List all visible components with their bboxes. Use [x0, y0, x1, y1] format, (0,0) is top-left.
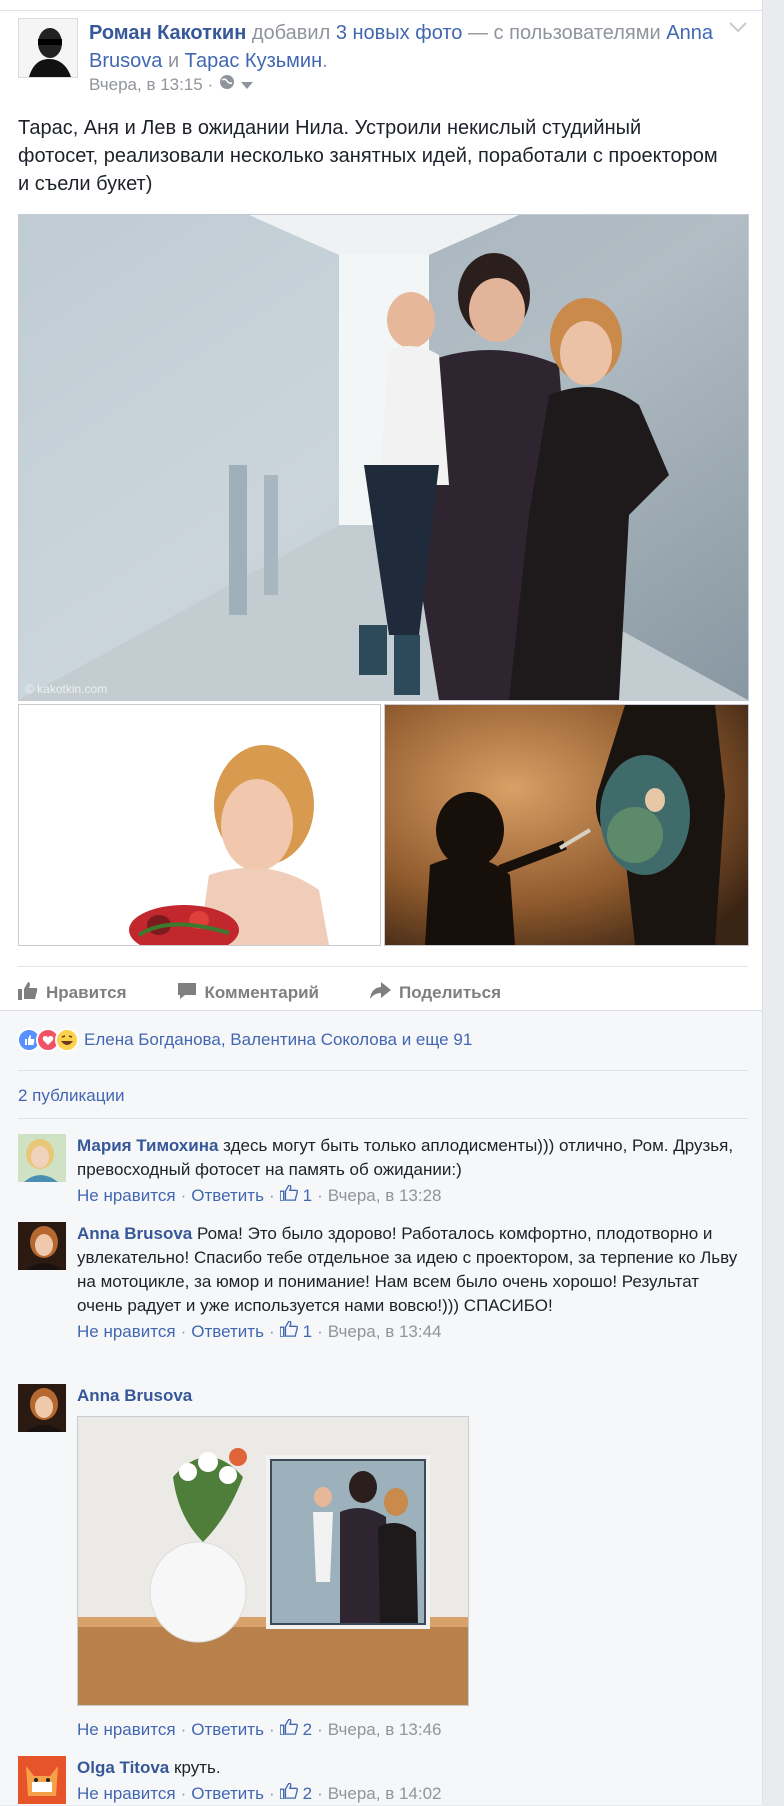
reply-link[interactable]: Ответить	[191, 1320, 264, 1344]
comment-like-count-icon[interactable]	[279, 1320, 298, 1344]
comment-body: Мария Тимохина здесь могут быть только а…	[77, 1134, 747, 1208]
projector-photo-image	[385, 705, 748, 945]
comment-meta: Не нравится · Ответить · 1 · Вчера, в 13:28	[77, 1184, 747, 1208]
comment-meta: Не нравится · Ответить · 2 · Вчера, в 14:02	[77, 1782, 747, 1806]
watermark-text: © kakotkin.com	[25, 682, 107, 696]
divider	[18, 1070, 748, 1071]
like-button[interactable]: Нравится	[18, 981, 127, 1005]
comment-text: круть.	[174, 1758, 221, 1777]
haha-reaction-icon	[55, 1028, 78, 1052]
reaction-icons	[18, 1028, 78, 1052]
commenter-avatar[interactable]	[18, 1222, 66, 1270]
post-photo-3[interactable]	[384, 704, 749, 946]
thumbs-up-icon	[18, 981, 38, 1005]
commenter-name[interactable]: Мария Тимохина	[77, 1136, 218, 1155]
comment-item: Olga Titova круть. Не нравится · Ответить…	[18, 1756, 748, 1804]
share-arrow-icon	[369, 981, 391, 1005]
commenter-avatar[interactable]	[18, 1756, 66, 1804]
comment-time[interactable]: Вчера, в 13:44	[328, 1320, 442, 1344]
reactions-summary[interactable]: Елена Богданова, Валентина Соколова и ещ…	[18, 1026, 748, 1054]
post-timestamp[interactable]: Вчера, в 13:15 ·	[89, 75, 213, 95]
unlike-link[interactable]: Не нравится	[77, 1320, 176, 1344]
privacy-globe-icon[interactable]	[219, 74, 235, 95]
comment-like-count-icon[interactable]	[279, 1718, 298, 1742]
unlike-link[interactable]: Не нравится	[77, 1184, 176, 1208]
and-text: и	[167, 50, 180, 72]
added-text: добавил	[251, 22, 331, 44]
post-options-chevron-icon[interactable]	[728, 20, 748, 34]
comment-body: Olga Titova круть. Не нравится · Ответить…	[77, 1756, 747, 1806]
comment-like-count[interactable]: 2	[303, 1718, 312, 1742]
like-label: Нравится	[46, 983, 127, 1002]
comment-time[interactable]: Вчера, в 13:28	[328, 1184, 442, 1208]
comment-photo[interactable]	[77, 1416, 469, 1706]
author-avatar[interactable]	[18, 18, 78, 78]
comment-button[interactable]: Комментарий	[177, 982, 319, 1005]
comment-time[interactable]: Вчера, в 13:46	[328, 1718, 442, 1742]
comment-like-count[interactable]: 2	[303, 1782, 312, 1806]
top-divider	[0, 10, 762, 11]
commenter-name[interactable]: Olga Titova	[77, 1758, 169, 1777]
post-photo-2[interactable]	[18, 704, 381, 946]
unlike-link[interactable]: Не нравится	[77, 1782, 176, 1806]
comment-like-count[interactable]: 1	[303, 1320, 312, 1344]
comment-item: Anna Brusova Не нравится · Ответить · 2 …	[18, 1384, 748, 1739]
post-header: Роман Какоткин добавил 3 новых фото — с …	[89, 19, 729, 75]
dot-text: .	[322, 50, 328, 72]
family-photo-image: © kakotkin.com	[19, 215, 748, 700]
reply-link[interactable]: Ответить	[191, 1782, 264, 1806]
post-meta: Вчера, в 13:15 ·	[89, 74, 254, 95]
author-name-link[interactable]: Роман Какоткин	[89, 22, 246, 44]
publications-link[interactable]: 2 публикации	[18, 1086, 124, 1106]
comment-item: Anna Brusova Рома! Это было здорово! Раб…	[18, 1222, 748, 1372]
commenter-avatar[interactable]	[18, 1384, 66, 1432]
comment-like-count[interactable]: 1	[303, 1184, 312, 1208]
comment-body: Anna Brusova Не нравится · Ответить · 2 …	[77, 1384, 747, 1742]
commenter-name[interactable]: Anna Brusova	[77, 1224, 192, 1243]
likes-names[interactable]: Елена Богданова, Валентина Соколова и ещ…	[84, 1030, 472, 1050]
share-button[interactable]: Поделиться	[369, 981, 502, 1005]
reply-link[interactable]: Ответить	[191, 1184, 264, 1208]
reply-link[interactable]: Ответить	[191, 1718, 264, 1742]
comment-label: Комментарий	[204, 983, 319, 1002]
post-text: Тарас, Аня и Лев в ожидании Нила. Устрои…	[18, 117, 718, 195]
post-photo-main[interactable]: © kakotkin.com	[18, 214, 749, 701]
privacy-dropdown-icon[interactable]	[241, 75, 254, 95]
tagged-user-link-2[interactable]: Тарас Кузьмин	[185, 50, 322, 72]
comment-body: Anna Brusova Рома! Это было здорово! Раб…	[77, 1222, 747, 1344]
portrait-photo-image	[19, 705, 380, 945]
comment-meta: Не нравится · Ответить · 2 · Вчера, в 13:46	[77, 1718, 747, 1742]
share-label: Поделиться	[398, 983, 502, 1002]
photos-link[interactable]: 3 новых фото	[336, 22, 463, 44]
comment-meta: Не нравится · Ответить · 1 · Вчера, в 13:44	[77, 1320, 747, 1344]
comment-time[interactable]: Вчера, в 14:02	[328, 1782, 442, 1806]
comment-photo-image	[78, 1417, 468, 1705]
comment-bubble-icon	[177, 982, 197, 1005]
with-text: — с пользователями	[468, 22, 661, 44]
comment-like-count-icon[interactable]	[279, 1782, 298, 1806]
commenter-avatar[interactable]	[18, 1134, 66, 1182]
commenter-name[interactable]: Anna Brusova	[77, 1386, 192, 1405]
author-avatar-image	[19, 19, 77, 77]
divider	[18, 1118, 748, 1119]
comment-item: Мария Тимохина здесь могут быть только а…	[18, 1134, 748, 1210]
comment-like-count-icon[interactable]	[279, 1184, 298, 1208]
unlike-link[interactable]: Не нравится	[77, 1718, 176, 1742]
